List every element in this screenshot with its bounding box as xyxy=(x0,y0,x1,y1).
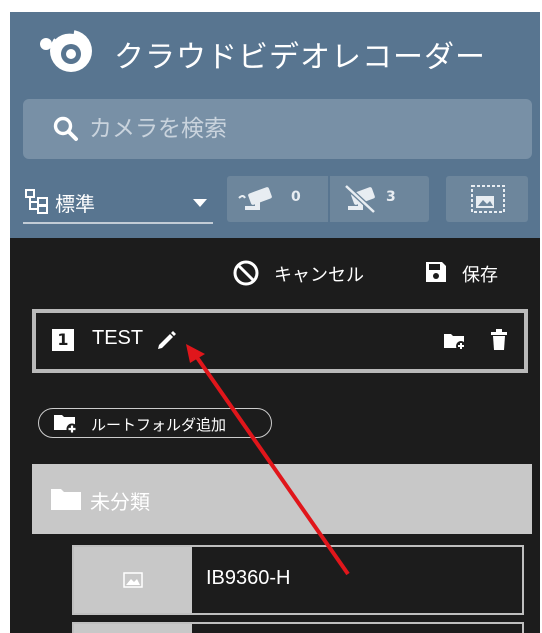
add-root-folder-button[interactable]: ルートフォルダ追加 xyxy=(38,408,272,438)
search-input[interactable] xyxy=(89,99,509,159)
image-placeholder-icon xyxy=(123,572,143,588)
camera-thumbnail xyxy=(74,624,192,633)
camera-offline-icon xyxy=(344,184,376,214)
cancel-icon xyxy=(233,260,259,286)
pencil-icon[interactable] xyxy=(156,329,178,351)
camera-status-filters: 0 3 xyxy=(227,176,429,222)
camera-name: IB9360-H xyxy=(206,567,291,589)
screen-image-icon xyxy=(471,185,505,213)
chevron-down-icon xyxy=(193,199,207,207)
camera-item[interactable]: IB9360-H xyxy=(72,545,524,615)
layout-entry[interactable]: 1 TEST xyxy=(32,309,528,373)
offline-camera-filter-button[interactable]: 3 xyxy=(330,176,430,222)
layout-grid-icon xyxy=(25,189,48,214)
search-icon xyxy=(53,116,78,141)
layout-number-badge: 1 xyxy=(52,329,74,351)
camera-search[interactable] xyxy=(23,99,532,159)
add-folder-icon xyxy=(54,415,78,435)
screen-image-button[interactable] xyxy=(446,176,528,222)
app-logo-icon xyxy=(40,29,92,72)
header: クラウドビデオレコーダー 標準 xyxy=(10,12,540,238)
online-camera-count: 0 xyxy=(291,189,301,205)
cancel-label: キャンセル xyxy=(274,265,364,286)
layout-name: TEST xyxy=(92,327,144,349)
folder-item[interactable]: 未分類 xyxy=(32,464,532,534)
save-label: 保存 xyxy=(462,265,498,286)
offline-camera-count: 3 xyxy=(386,189,396,205)
add-folder-icon[interactable] xyxy=(443,331,467,351)
layout-dropdown[interactable]: 標準 xyxy=(23,180,213,224)
online-camera-filter-button[interactable]: 0 xyxy=(227,176,327,222)
folder-name: 未分類 xyxy=(90,490,150,514)
folder-icon xyxy=(51,489,81,510)
add-root-folder-label: ルートフォルダ追加 xyxy=(91,416,227,434)
save-icon xyxy=(426,262,446,282)
layout-selected-value: 標準 xyxy=(55,192,95,216)
app-title: クラウドビデオレコーダー xyxy=(114,40,486,75)
camera-thumbnail xyxy=(74,547,192,613)
camera-item[interactable] xyxy=(72,622,524,633)
trash-icon[interactable] xyxy=(490,329,508,351)
camera-online-icon xyxy=(238,187,272,210)
app-window: クラウドビデオレコーダー 標準 xyxy=(10,12,540,633)
